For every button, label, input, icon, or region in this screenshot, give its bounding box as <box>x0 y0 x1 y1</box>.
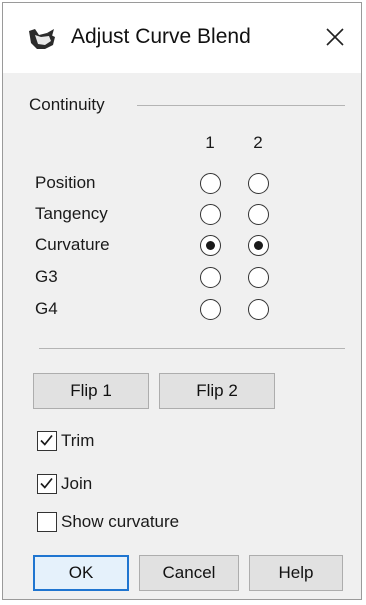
close-icon <box>326 28 344 46</box>
row-label-g3: G3 <box>35 267 58 286</box>
flip-1-button[interactable]: Flip 1 <box>33 373 149 409</box>
section-divider <box>39 348 345 349</box>
adjust-curve-blend-dialog: Adjust Curve Blend Continuity 1 2 Positi… <box>2 2 362 600</box>
join-label: Join <box>61 474 93 493</box>
radio-tangency-end-2[interactable] <box>248 204 269 225</box>
trim-option[interactable]: Trim <box>37 429 94 453</box>
radio-tangency-end-1[interactable] <box>200 204 221 225</box>
radio-g3-end-2[interactable] <box>248 267 269 288</box>
row-label-curvature: Curvature <box>35 235 110 254</box>
close-button[interactable] <box>319 21 351 53</box>
cancel-button[interactable]: Cancel <box>139 555 239 591</box>
row-label-g4: G4 <box>35 299 58 318</box>
show-curvature-checkbox[interactable] <box>37 512 57 532</box>
radio-position-end-1[interactable] <box>200 173 221 194</box>
column-header-end-1: 1 <box>205 133 215 152</box>
radio-curvature-end-1[interactable] <box>200 235 221 256</box>
ok-button[interactable]: OK <box>33 555 129 591</box>
title-bar: Adjust Curve Blend <box>3 3 361 73</box>
group-divider <box>137 105 345 106</box>
checkmark-icon <box>40 477 53 489</box>
trim-checkbox[interactable] <box>37 431 57 451</box>
join-option[interactable]: Join <box>37 472 92 496</box>
radio-curvature-end-2[interactable] <box>248 235 269 256</box>
show-curvature-option[interactable]: Show curvature <box>37 510 179 534</box>
radio-g4-end-1[interactable] <box>200 299 221 320</box>
row-label-position: Position <box>35 173 96 192</box>
flip-2-button[interactable]: Flip 2 <box>159 373 275 409</box>
window-title: Adjust Curve Blend <box>71 25 251 48</box>
rhino-icon <box>27 27 57 53</box>
row-label-tangency: Tangency <box>35 204 108 223</box>
show-curvature-label: Show curvature <box>61 512 180 531</box>
column-header-end-2: 2 <box>253 133 263 152</box>
radio-position-end-2[interactable] <box>248 173 269 194</box>
help-button[interactable]: Help <box>249 555 343 591</box>
checkmark-icon <box>40 434 53 446</box>
radio-g4-end-2[interactable] <box>248 299 269 320</box>
trim-label: Trim <box>61 431 95 450</box>
join-checkbox[interactable] <box>37 474 57 494</box>
continuity-group-label: Continuity <box>29 95 105 114</box>
radio-g3-end-1[interactable] <box>200 267 221 288</box>
